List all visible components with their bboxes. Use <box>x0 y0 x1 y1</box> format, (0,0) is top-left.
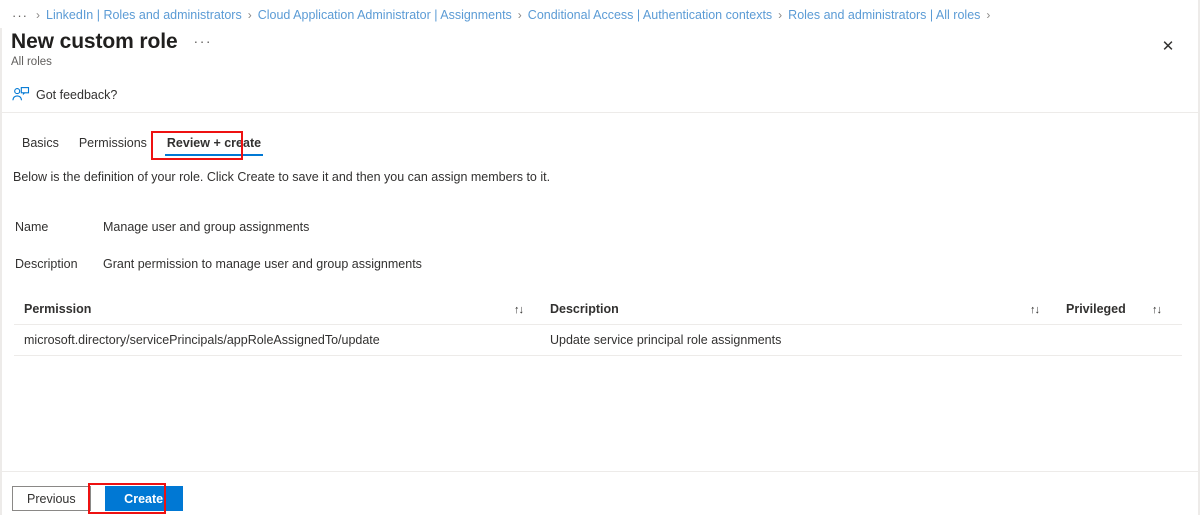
sort-arrows-icon: ↑↓ <box>1030 304 1040 316</box>
summary-field-name: Name Manage user and group assignments <box>15 220 309 234</box>
page-more-options-button[interactable]: ··· <box>194 33 213 49</box>
breadcrumb-item-linkedin-roles[interactable]: LinkedIn | Roles and administrators <box>46 8 242 22</box>
sort-arrows-icon: ↑↓ <box>514 304 524 316</box>
got-feedback-button[interactable]: Got feedback? <box>11 82 117 108</box>
breadcrumb-separator-icon: › <box>986 8 991 22</box>
wizard-footer: Previous Create <box>12 486 183 511</box>
page-title: New custom role <box>11 30 178 53</box>
summary-field-name-label: Name <box>15 220 49 234</box>
breadcrumb-item-conditional-access-auth-contexts[interactable]: Conditional Access | Authentication cont… <box>528 8 772 22</box>
close-icon[interactable]: ✕ <box>1154 32 1182 60</box>
column-header-permission[interactable]: Permission <box>14 302 514 316</box>
summary-field-name-value: Manage user and group assignments <box>103 220 310 234</box>
sort-icon-description[interactable]: ↑↓ <box>1030 302 1056 316</box>
summary-field-description: Description Grant permission to manage u… <box>15 257 422 271</box>
create-button[interactable]: Create <box>104 486 183 511</box>
summary-field-description-label: Description <box>15 257 78 271</box>
breadcrumb-item-roles-and-administrators-all-roles[interactable]: Roles and administrators | All roles <box>788 8 980 22</box>
footer-divider <box>2 471 1200 472</box>
previous-button[interactable]: Previous <box>12 486 91 511</box>
column-header-privileged[interactable]: Privileged <box>1056 302 1152 316</box>
breadcrumb-item-cloud-app-admin-assignments[interactable]: Cloud Application Administrator | Assign… <box>258 8 512 22</box>
wizard-tabs: Basics Permissions Review + create <box>12 133 271 163</box>
summary-field-description-value: Grant permission to manage user and grou… <box>103 257 422 271</box>
table-row[interactable]: microsoft.directory/servicePrincipals/ap… <box>14 325 1182 356</box>
tab-review-create[interactable]: Review + create <box>157 133 271 158</box>
tab-permissions[interactable]: Permissions <box>69 133 157 158</box>
tab-basics[interactable]: Basics <box>12 133 69 158</box>
permissions-table: Permission ↑↓ Description ↑↓ Privileged … <box>14 294 1182 356</box>
page-subtitle: All roles <box>11 56 52 68</box>
tab-selected-underline <box>164 154 264 156</box>
breadcrumb-overflow-button[interactable]: ··· <box>10 8 30 23</box>
sort-icon-privileged[interactable]: ↑↓ <box>1152 302 1178 316</box>
blade-left-rail <box>0 28 2 515</box>
review-intro-text: Below is the definition of your role. Cl… <box>13 170 551 184</box>
cell-permission: microsoft.directory/servicePrincipals/ap… <box>24 333 380 347</box>
column-header-description[interactable]: Description <box>540 302 1030 316</box>
breadcrumb: ··· › LinkedIn | Roles and administrator… <box>10 5 996 25</box>
cell-description: Update service principal role assignment… <box>550 333 782 347</box>
breadcrumb-separator-icon: › <box>36 8 40 22</box>
breadcrumb-separator-icon: › <box>778 8 783 22</box>
page-title-row: New custom role ··· <box>11 30 212 54</box>
table-header-row: Permission ↑↓ Description ↑↓ Privileged … <box>14 294 1182 325</box>
tab-basics-label: Basics <box>22 136 59 150</box>
sort-arrows-icon: ↑↓ <box>1152 304 1162 316</box>
tab-permissions-label: Permissions <box>78 136 147 150</box>
breadcrumb-separator-icon: › <box>517 8 522 22</box>
tab-review-create-label: Review + create <box>166 136 262 150</box>
commandbar-divider <box>2 112 1200 113</box>
got-feedback-label: Got feedback? <box>36 88 118 102</box>
breadcrumb-separator-icon: › <box>247 8 252 22</box>
sort-icon-permission[interactable]: ↑↓ <box>514 302 540 316</box>
feedback-person-icon <box>11 86 30 105</box>
